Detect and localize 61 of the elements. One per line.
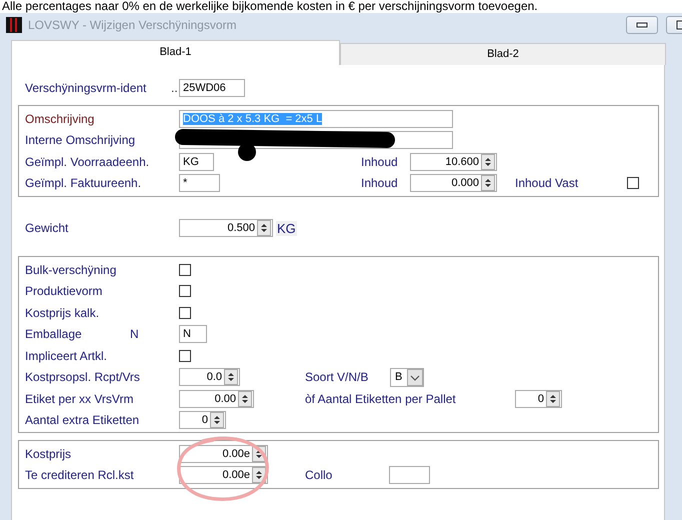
field-label: Kostprijs: [25, 446, 72, 461]
field-label: Inhoud Vast: [515, 176, 580, 190]
instruction-text: Alle percentages naar 0% en de werkelijke bijkomende kosten in € per verschijningsvorm toevoegen.: [1, 0, 539, 13]
field-label: Emballage: [25, 327, 83, 342]
tab[interactable]: Blad-2: [340, 43, 666, 65]
spin-arrows-icon[interactable]: [210, 412, 224, 428]
field-label: Gewicht: [25, 221, 70, 235]
checkbox[interactable]: [179, 285, 191, 298]
field-label: Geïmpl. Voorraadeenh.: [25, 154, 150, 169]
field-label: Aantal extra Etiketten: [25, 413, 140, 428]
spin-arrows-icon[interactable]: [481, 175, 495, 192]
input-field[interactable]: [389, 466, 430, 484]
checkbox[interactable]: [179, 264, 191, 276]
field-label: Inhoud: [361, 154, 399, 169]
field-label: Impliceert Artkl.: [25, 348, 108, 363]
input-field[interactable]: 25WD06: [179, 79, 245, 97]
checkbox[interactable]: [179, 306, 191, 319]
number-field[interactable]: 10.600: [410, 152, 497, 171]
field-label: òf Aantal Etiketten per Pallet: [305, 392, 457, 406]
field-label: Verschÿningsvrm-ident: [25, 81, 148, 95]
field-label: Interne Omschrijving: [25, 133, 136, 148]
input-field[interactable]: N: [179, 325, 207, 344]
spin-arrows-icon[interactable]: [481, 154, 495, 170]
number-field[interactable]: 0.000: [410, 174, 497, 192]
field-value: DOOS à 2 x 5.3 KG = 2x5 L: [183, 112, 322, 125]
minimize-button[interactable]: [626, 16, 658, 34]
number-field[interactable]: 0.00: [179, 390, 254, 408]
unit-label: KG: [276, 220, 297, 236]
spin-arrows-icon[interactable]: [546, 390, 560, 407]
checkbox[interactable]: [179, 350, 191, 362]
spin-arrows-icon[interactable]: [252, 467, 266, 484]
field-label: Etiket per xx VrsVrm: [25, 392, 134, 406]
code-label: N: [130, 327, 140, 342]
field-label: Kostprsopsl. Rcpt/Vrs: [25, 370, 141, 384]
field-label: Omschrijving: [25, 112, 96, 126]
field-label: Produktievorm: [25, 284, 104, 298]
checkbox[interactable]: [627, 177, 639, 190]
chevron-down-icon[interactable]: [407, 368, 423, 386]
tab[interactable]: Blad-1: [11, 40, 340, 65]
app-icon: [6, 17, 22, 33]
spin-arrows-icon[interactable]: [238, 390, 252, 407]
field-label: Collo: [305, 468, 334, 482]
field-label: Geïmpl. Faktuureenh.: [25, 176, 142, 190]
number-field[interactable]: 0.500: [179, 219, 273, 237]
window-title: LOVSWY - Wijzigen Verschÿningsvorm: [28, 18, 238, 32]
number-field[interactable]: 0.00e: [179, 466, 268, 484]
number-field[interactable]: 0.0: [179, 368, 240, 386]
number-field[interactable]: 0: [515, 390, 562, 408]
dropdown[interactable]: B: [390, 368, 424, 387]
minimize-icon[interactable]: [636, 22, 648, 28]
field-label: Inhoud: [361, 176, 399, 190]
number-field[interactable]: 0: [179, 411, 226, 430]
spin-arrows-icon[interactable]: [257, 220, 271, 236]
field-label: Soort V/N/B: [305, 370, 370, 384]
field-label: Bulk-verschÿning: [25, 262, 118, 277]
spin-arrows-icon[interactable]: [224, 369, 238, 386]
input-field[interactable]: KG: [179, 152, 214, 171]
field-label: Kostprijs kalk.: [25, 306, 100, 320]
input-field[interactable]: *: [179, 174, 220, 192]
ellipsis-text: ..: [171, 81, 179, 95]
field-label: Te crediteren Rcl.kst: [25, 468, 135, 482]
